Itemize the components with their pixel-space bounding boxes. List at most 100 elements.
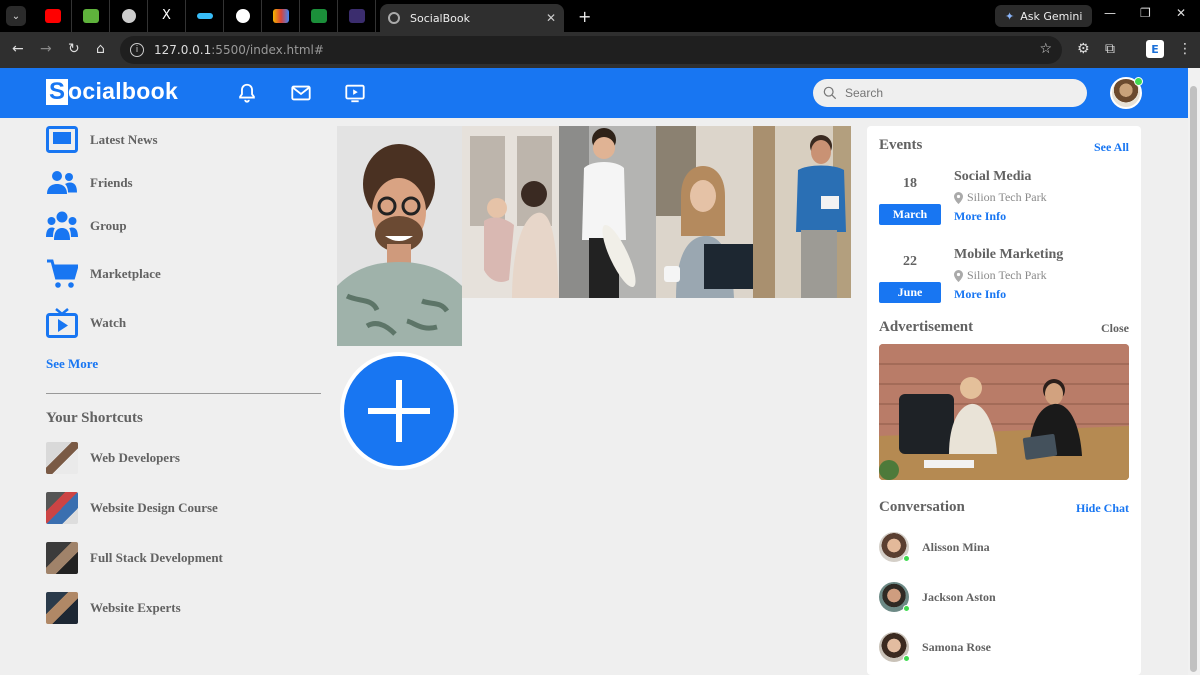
url-text: 127.0.0.1:5500/index.html#: [154, 43, 324, 57]
site-info-icon[interactable]: i: [130, 43, 144, 57]
right-sidebar: Events See All 18 March Social Media Sil…: [867, 126, 1141, 675]
story-photo-woman-laptop: [656, 126, 753, 298]
story-photo-man-tablet: [753, 126, 851, 298]
page-scrollbar[interactable]: [1188, 68, 1200, 675]
event-month: June: [879, 282, 941, 303]
sidebar-item-latest-news[interactable]: Latest News: [46, 124, 158, 156]
chat-contact[interactable]: Samona Rose: [879, 632, 991, 662]
pinned-tab-tailwind[interactable]: [186, 0, 224, 32]
contact-name: Alisson Mina: [922, 539, 990, 554]
story-item[interactable]: [753, 126, 851, 298]
bookmark-star-icon[interactable]: ☆: [1039, 41, 1052, 57]
shortcut-website-experts[interactable]: Website Experts: [46, 592, 181, 624]
shortcut-label: Website Design Course: [90, 500, 218, 515]
add-story-button[interactable]: [340, 352, 458, 470]
news-icon: [46, 124, 78, 156]
notifications-bell-icon[interactable]: [235, 82, 259, 104]
shortcut-website-design-course[interactable]: Website Design Course: [46, 492, 218, 524]
sidebar-item-label: Latest News: [90, 132, 158, 147]
contact-name: Jackson Aston: [922, 589, 996, 604]
close-tab-icon[interactable]: ✕: [546, 11, 556, 25]
scrollbar-thumb[interactable]: [1190, 86, 1197, 672]
pinned-tab-youtube[interactable]: [34, 0, 72, 32]
tab-search-icon[interactable]: ⌄: [6, 6, 26, 26]
pinned-tab-globe[interactable]: [110, 0, 148, 32]
see-all-events-link[interactable]: See All: [1094, 140, 1129, 155]
event-month: March: [879, 204, 941, 225]
search-input[interactable]: [845, 86, 1065, 100]
logo-word: ocialbook: [68, 78, 179, 104]
shortcut-label: Full Stack Development: [90, 550, 223, 565]
site-navbar: S ocialbook: [0, 68, 1188, 118]
advertisement-image[interactable]: [879, 344, 1129, 480]
user-avatar[interactable]: [1110, 77, 1143, 109]
ask-gemini-label: Ask Gemini: [1020, 9, 1083, 23]
sidebar-item-friends[interactable]: Friends: [46, 167, 133, 199]
mail-icon[interactable]: [289, 82, 313, 104]
extension-puzzle-alt-icon[interactable]: ⚙: [1077, 41, 1090, 57]
restore-icon[interactable]: ❐: [1140, 6, 1151, 20]
browser-tab-bar: ⌄ X SocialBook ✕ + ✦ Ask Gemini — ❐ ✕: [0, 0, 1200, 32]
tab-favicon-icon: [388, 12, 400, 24]
download-icon: [82, 9, 99, 23]
contact-name: Samona Rose: [922, 639, 992, 654]
pinned-tab-github[interactable]: [224, 0, 262, 32]
shortcut-thumbnail: [46, 592, 78, 624]
pinned-tab-download[interactable]: [72, 0, 110, 32]
video-icon[interactable]: [343, 82, 367, 104]
story-photo-curly-man: [337, 126, 462, 346]
event-more-info-link[interactable]: More Info: [954, 209, 1006, 224]
event-more-info-link[interactable]: More Info: [954, 287, 1006, 302]
minimize-icon[interactable]: —: [1104, 6, 1116, 20]
event-location-text: Silion Tech Park: [967, 190, 1047, 204]
advertisement-title: Advertisement: [879, 319, 974, 335]
search-box[interactable]: [813, 79, 1087, 107]
event-location-text: Silion Tech Park: [967, 268, 1047, 282]
back-icon[interactable]: ←: [12, 41, 24, 57]
pinned-tab-x[interactable]: X: [148, 0, 186, 32]
shortcut-web-developers[interactable]: Web Developers: [46, 442, 180, 474]
online-status-dot: [1134, 77, 1143, 86]
sidebar-item-group[interactable]: Group: [46, 210, 127, 242]
site-logo[interactable]: S ocialbook: [46, 78, 178, 105]
story-item[interactable]: [559, 126, 656, 298]
pinned-tab-w[interactable]: [300, 0, 338, 32]
close-ad-link[interactable]: Close: [1101, 321, 1129, 336]
event-location: Silion Tech Park: [954, 268, 1047, 283]
extensions-icon[interactable]: ⧉: [1105, 41, 1115, 57]
story-item[interactable]: [462, 126, 559, 298]
chat-contact[interactable]: Jackson Aston: [879, 582, 996, 612]
home-icon[interactable]: ⌂: [96, 41, 105, 57]
sidebar-item-watch[interactable]: Watch: [46, 307, 126, 339]
close-window-icon[interactable]: ✕: [1176, 6, 1186, 20]
event-card: 18 March Social Media Silion Tech Park M…: [879, 169, 1129, 238]
see-more-link[interactable]: See More: [46, 356, 98, 372]
event-card: 22 June Mobile Marketing Silion Tech Par…: [879, 247, 1129, 316]
sidebar-item-marketplace[interactable]: Marketplace: [46, 258, 161, 290]
address-bar[interactable]: i 127.0.0.1:5500/index.html# ☆: [120, 36, 1062, 64]
pinned-tab-colorful[interactable]: [262, 0, 300, 32]
hide-chat-link[interactable]: Hide Chat: [1076, 501, 1129, 516]
story-photo-mother-baby: [462, 126, 559, 298]
shortcut-full-stack-development[interactable]: Full Stack Development: [46, 542, 223, 574]
sidebar-item-label: Group: [90, 218, 127, 233]
group-icon: [46, 210, 78, 242]
event-day: 18: [903, 176, 917, 191]
globe-icon: [121, 9, 136, 23]
story-item[interactable]: [656, 126, 753, 298]
friends-icon: [46, 167, 78, 199]
pinned-tab-a[interactable]: [338, 0, 376, 32]
active-tab[interactable]: SocialBook ✕: [380, 4, 564, 32]
shortcuts-title: Your Shortcuts: [46, 410, 143, 426]
chat-contact[interactable]: Alisson Mina: [879, 532, 990, 562]
story-own[interactable]: [337, 126, 462, 346]
reload-icon[interactable]: ↻: [68, 41, 80, 57]
more-menu-icon[interactable]: ⋮: [1178, 41, 1192, 57]
profile-icon[interactable]: E: [1146, 40, 1164, 58]
ask-gemini-button[interactable]: ✦ Ask Gemini: [995, 5, 1093, 27]
online-status-dot: [903, 605, 910, 612]
plus-icon: [368, 380, 430, 442]
shortcut-label: Web Developers: [90, 450, 180, 465]
forward-icon[interactable]: →: [40, 41, 52, 57]
new-tab-icon[interactable]: +: [578, 7, 591, 26]
